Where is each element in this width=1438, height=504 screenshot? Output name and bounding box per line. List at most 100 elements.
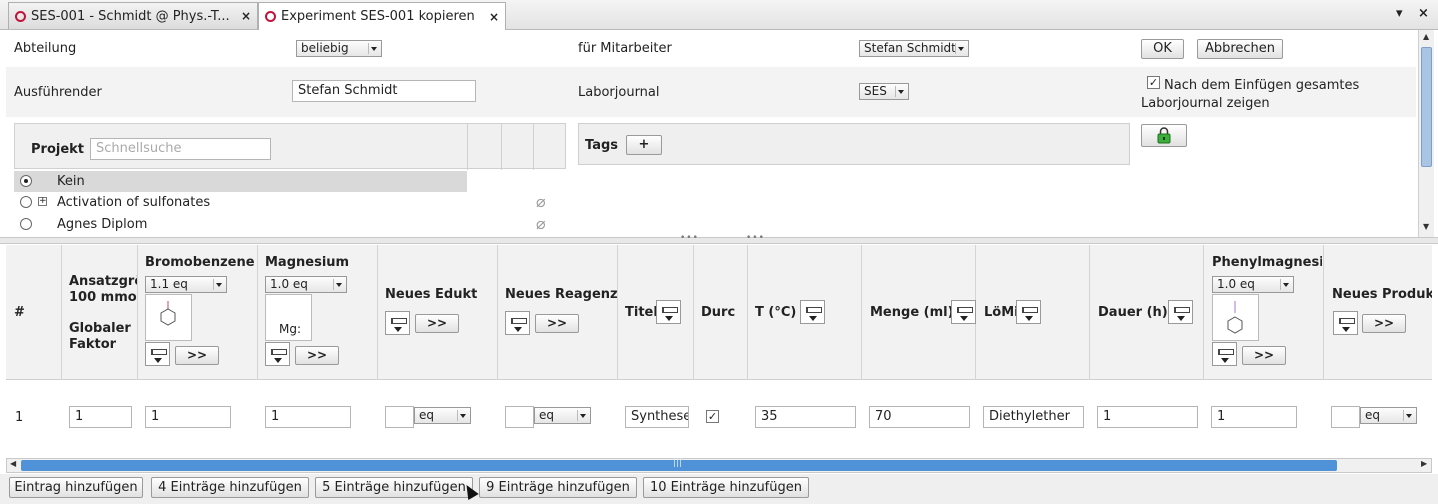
project-header: Projekt Schnellsuche: [14, 123, 566, 170]
add-9-entries-button[interactable]: 9 Einträge hinzufügen: [479, 477, 637, 498]
eq-value: 1.0 eq: [270, 277, 308, 291]
column-options-button[interactable]: [385, 311, 410, 335]
project-panel: Projekt Schnellsuche Kein + Activation o…: [14, 123, 566, 237]
bromobenzene-eq-select[interactable]: 1.1 eq: [145, 276, 227, 293]
temperature-input[interactable]: 35: [755, 406, 856, 428]
duration-input[interactable]: 1: [1097, 406, 1198, 428]
grid-horizontal-scrollbar[interactable]: ◀ ||| ▶: [6, 458, 1432, 473]
project-radio[interactable]: [20, 196, 32, 208]
magnesium-structure[interactable]: Mg:: [265, 294, 312, 341]
close-icon[interactable]: ×: [489, 10, 499, 24]
project-radio[interactable]: [20, 175, 32, 187]
column-options-button[interactable]: [505, 311, 530, 335]
project-search-input[interactable]: Schnellsuche: [90, 138, 271, 160]
splitter-grip: •••: [746, 233, 765, 243]
add-entries-bar: Eintrag hinzufügen 4 Einträge hinzufügen…: [0, 474, 1438, 504]
title-input[interactable]: Synthese: [625, 406, 689, 428]
column-options-button[interactable]: [145, 342, 170, 366]
project-row[interactable]: + Activation of sulfonates ⌀: [14, 192, 566, 213]
scroll-left-icon[interactable]: ◀: [10, 459, 16, 468]
panel-splitter[interactable]: ••• •••: [0, 233, 1438, 244]
phenylmagnesium-structure[interactable]: [1212, 294, 1259, 341]
expand-button[interactable]: >>: [535, 314, 579, 333]
tags-panel: Tags +: [578, 123, 1130, 165]
expand-button[interactable]: >>: [1362, 314, 1406, 333]
scroll-thumb[interactable]: |||: [21, 458, 1337, 471]
column-options-button[interactable]: [1212, 342, 1237, 366]
magnesium-input[interactable]: 1: [265, 406, 351, 428]
executor-field[interactable]: Stefan Schmidt: [292, 80, 476, 102]
bromobenzene-structure[interactable]: [145, 294, 192, 341]
new-product-input[interactable]: [1331, 406, 1360, 428]
eq-value: eq: [1365, 408, 1380, 422]
scroll-grip: |||: [673, 458, 683, 468]
expand-button[interactable]: >>: [1242, 346, 1286, 365]
tab-menu-icon[interactable]: ▾: [1396, 6, 1403, 21]
paperclip-icon[interactable]: ⌀: [536, 214, 546, 233]
column-options-button[interactable]: [1168, 300, 1193, 324]
ok-button[interactable]: OK: [1141, 39, 1184, 59]
splitter-grip: •••: [680, 233, 699, 243]
scroll-right-icon[interactable]: ▶: [1421, 459, 1427, 468]
batch-size-input[interactable]: 1: [69, 406, 132, 428]
tab-record[interactable]: SES-001 - Schmidt @ Phys.-T... ×: [8, 2, 258, 29]
add-5-entries-button[interactable]: 5 Einträge hinzufügen: [315, 477, 473, 498]
col-bromobenzene-title: Bromobenzene: [145, 255, 255, 270]
tab-label: SES-001 - Schmidt @ Phys.-T...: [31, 8, 230, 24]
solvent-input[interactable]: Diethylether: [983, 406, 1084, 428]
durc-checkbox[interactable]: ✓: [706, 410, 719, 423]
col-title-title: Titel: [625, 305, 658, 320]
scroll-thumb[interactable]: [1421, 47, 1432, 167]
magnesium-eq-select[interactable]: 1.0 eq: [265, 276, 347, 293]
expand-button[interactable]: >>: [295, 346, 339, 365]
add-4-entries-button[interactable]: 4 Einträge hinzufügen: [151, 477, 309, 498]
column-options-button[interactable]: [1333, 311, 1358, 335]
new-educt-eq-select[interactable]: eq: [414, 407, 471, 424]
header-divider: [501, 124, 502, 170]
paperclip-icon[interactable]: ⌀: [536, 192, 546, 211]
tab-copy-experiment[interactable]: Experiment SES-001 kopieren ×: [258, 2, 506, 30]
add-1-entry-button[interactable]: Eintrag hinzufügen: [9, 477, 143, 498]
column-options-button[interactable]: [265, 342, 290, 366]
new-educt-input[interactable]: [385, 406, 414, 428]
col-number: #: [6, 245, 62, 380]
add-10-entries-button[interactable]: 10 Einträge hinzufügen: [643, 477, 809, 498]
new-reagent-eq-select[interactable]: eq: [534, 407, 591, 424]
scroll-down-icon[interactable]: ▼: [1423, 222, 1429, 231]
column-options-button[interactable]: [951, 300, 976, 324]
show-journal-label-2: Laborjournal zeigen: [1141, 96, 1270, 111]
lock-button[interactable]: [1141, 124, 1187, 147]
magnesium-structure-label: Mg:: [279, 322, 302, 336]
header-divider: [467, 124, 468, 170]
window-close-icon[interactable]: ×: [1418, 6, 1429, 21]
amount-input[interactable]: 70: [869, 406, 970, 428]
project-row[interactable]: Agnes Diplom ⌀: [14, 214, 566, 235]
department-select[interactable]: beliebig: [296, 40, 382, 57]
project-row[interactable]: Kein: [14, 171, 467, 192]
phenylmagnesium-input[interactable]: 1: [1211, 406, 1297, 428]
scroll-up-icon[interactable]: ▲: [1423, 32, 1429, 41]
form-vertical-scrollbar[interactable]: ▲ ▼: [1418, 30, 1434, 237]
add-tag-button[interactable]: +: [626, 135, 662, 155]
expand-icon[interactable]: +: [38, 197, 47, 206]
show-journal-checkbox[interactable]: ✓: [1147, 76, 1160, 89]
close-icon[interactable]: ×: [241, 9, 251, 23]
project-radio[interactable]: [20, 218, 32, 230]
expand-button[interactable]: >>: [415, 314, 459, 333]
column-options-button[interactable]: [800, 300, 825, 324]
employee-select[interactable]: Stefan Schmidt: [859, 40, 969, 57]
column-options-button[interactable]: [656, 300, 681, 324]
bromobenzene-input[interactable]: 1: [145, 406, 231, 428]
column-options-button[interactable]: [1016, 300, 1041, 324]
labjournal-select[interactable]: SES: [859, 83, 909, 100]
phenylmagnesium-eq-select[interactable]: 1.0 eq: [1212, 276, 1294, 293]
cancel-button[interactable]: Abbrechen: [1197, 39, 1283, 59]
col-batch-title-2: 100 mmol: [69, 290, 137, 305]
tab-bar: SES-001 - Schmidt @ Phys.-T... × Experim…: [0, 0, 1438, 30]
col-bromobenzene: Bromobenzene 1.1 eq >>: [138, 245, 258, 380]
labjournal-select-value: SES: [864, 84, 887, 98]
expand-button[interactable]: >>: [175, 346, 219, 365]
new-reagent-input[interactable]: [505, 406, 534, 428]
eq-value: 1.1 eq: [150, 277, 188, 291]
new-product-eq-select[interactable]: eq: [1360, 407, 1417, 424]
